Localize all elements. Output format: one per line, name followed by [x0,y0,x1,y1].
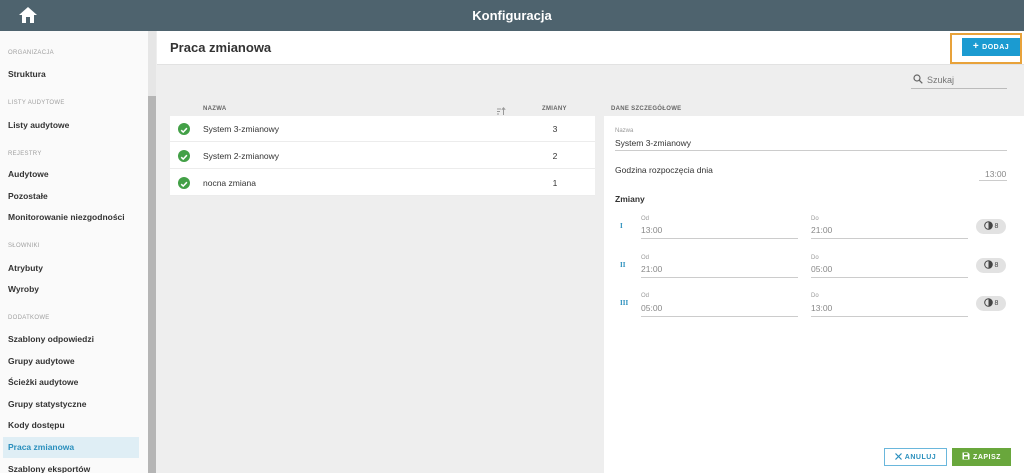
cancel-button-label: ANULUJ [904,453,937,461]
shift-2-hours: 8 [994,262,999,269]
shift-1-from-label: Od [641,216,650,222]
list-item-name: System 2-zmianowy [203,151,280,161]
sidebar-item-szablony-odpowiedzi[interactable]: Szablony odpowiedzi [3,329,139,350]
shift-1-from-underline [641,238,798,239]
name-field-underline [615,150,1007,151]
search-icon [911,71,923,89]
shift-1-to-label: Do [811,216,819,222]
sidebar-item-listy-audytowe[interactable]: Listy audytowe [3,115,139,136]
page-title: Praca zmianowa [170,40,272,55]
shift-3-to-label: Do [811,293,819,299]
sidebar-item-praca-zmianowa[interactable]: Praca zmianowa [3,437,139,458]
check-circle-icon [178,123,190,135]
day-start-field[interactable]: 13:00 [985,169,1006,179]
shift-2-from-underline [641,277,798,278]
shift-systems-list: System 3-zmianowy 3 System 2-zmianowy 2 … [170,116,595,196]
list-item-name: System 3-zmianowy [203,124,280,134]
check-circle-icon [178,177,190,189]
save-button-label: ZAPISZ [973,453,1001,461]
name-field-label: Nazwa [615,128,634,134]
shift-2-from-label: Od [641,255,650,261]
page-header: Praca zmianowa [157,31,1024,65]
shift-3-hours-badge[interactable]: 8 [976,296,1006,311]
shift-2-to-field[interactable]: 05:00 [811,264,832,274]
close-icon [894,452,902,462]
search-input[interactable] [927,74,1005,85]
sidebar-item-kody-dostepu[interactable]: Kody dostępu [3,415,139,436]
shift-3-hours: 8 [994,300,999,307]
list-item-shifts: 1 [552,178,558,188]
sidebar-item-monitorowanie-niezgodnosci[interactable]: Monitorowanie niezgodności [3,207,139,228]
list-item[interactable]: System 3-zmianowy 3 [170,116,595,142]
shift-2-to-label: Do [811,255,819,261]
shift-2-hours-badge[interactable]: 8 [976,258,1006,273]
add-button-label: DODAJ [982,43,1010,51]
sidebar-section-dodatkowe: DODATKOWE [8,315,50,321]
shift-1-to-underline [811,238,968,239]
sidebar-item-struktura[interactable]: Struktura [3,64,139,85]
shift-3-from-field[interactable]: 05:00 [641,303,662,313]
list-item-shifts: 3 [552,124,558,134]
sidebar-item-audytowe[interactable]: Audytowe [3,164,139,185]
details-title: DANE SZCZEGÓŁOWE [611,106,682,112]
search-box[interactable] [911,71,1007,89]
shift-2-from-field[interactable]: 21:00 [641,264,662,274]
sidebar-item-pozostale[interactable]: Pozostałe [3,186,139,207]
sidebar-item-grupy-statystyczne[interactable]: Grupy statystyczne [3,394,139,415]
shift-2-to-underline [811,277,968,278]
shift-3-to-field[interactable]: 13:00 [811,303,832,313]
sidebar: ORGANIZACJA Struktura LISTY AUDYTOWE Lis… [0,31,148,473]
column-header-shifts[interactable]: ZMIANY [542,106,567,112]
day-start-underline [979,180,1007,181]
save-button[interactable]: ZAPISZ [952,448,1011,466]
list-item[interactable]: System 2-zmianowy 2 [170,143,595,169]
sidebar-section-organizacja: ORGANIZACJA [8,50,54,56]
shift-3-to-underline [811,316,968,317]
sidebar-section-slowniki: SŁOWNIKI [8,243,40,249]
sidebar-section-listy-audytowe: LISTY AUDYTOWE [8,100,65,106]
name-field[interactable]: System 3-zmianowy [615,138,691,148]
clock-icon [983,298,993,309]
clock-icon [983,221,993,232]
shift-1-number: I [620,222,623,230]
shift-1-from-field[interactable]: 13:00 [641,225,662,235]
shift-1-hours-badge[interactable]: 8 [976,219,1006,234]
sidebar-scrollbar-thumb[interactable] [148,96,156,473]
sidebar-item-wyroby[interactable]: Wyroby [3,279,139,300]
cancel-button[interactable]: ANULUJ [884,448,947,466]
shift-1-to-field[interactable]: 21:00 [811,225,832,235]
shifts-title: Zmiany [615,194,645,204]
sidebar-item-grupy-audytowe[interactable]: Grupy audytowe [3,351,139,372]
shift-3-from-label: Od [641,293,650,299]
save-icon [962,452,970,462]
sidebar-item-szablony-eksportow[interactable]: Szablony eksportów [3,459,139,473]
home-icon[interactable] [18,5,38,25]
sidebar-item-atrybuty[interactable]: Atrybuty [3,258,139,279]
column-header-name[interactable]: NAZWA [203,106,227,112]
app-title: Konfiguracja [472,8,552,23]
day-start-label: Godzina rozpoczęcia dnia [615,165,713,175]
shift-1-hours: 8 [994,223,999,230]
check-circle-icon [178,150,190,162]
sidebar-section-rejestry: REJESTRY [8,151,42,157]
shift-3-number: III [620,299,629,307]
list-item[interactable]: nocna zmiana 1 [170,170,595,196]
plus-icon: + [972,41,980,52]
top-bar: Konfiguracja [0,0,1024,31]
list-item-shifts: 2 [552,151,558,161]
clock-icon [983,260,993,271]
list-item-name: nocna zmiana [203,178,256,188]
shift-2-number: II [620,261,626,269]
sidebar-item-sciezki-audytowe[interactable]: Ścieżki audytowe [3,372,139,393]
add-button[interactable]: + DODAJ [962,38,1020,56]
shift-3-from-underline [641,316,798,317]
